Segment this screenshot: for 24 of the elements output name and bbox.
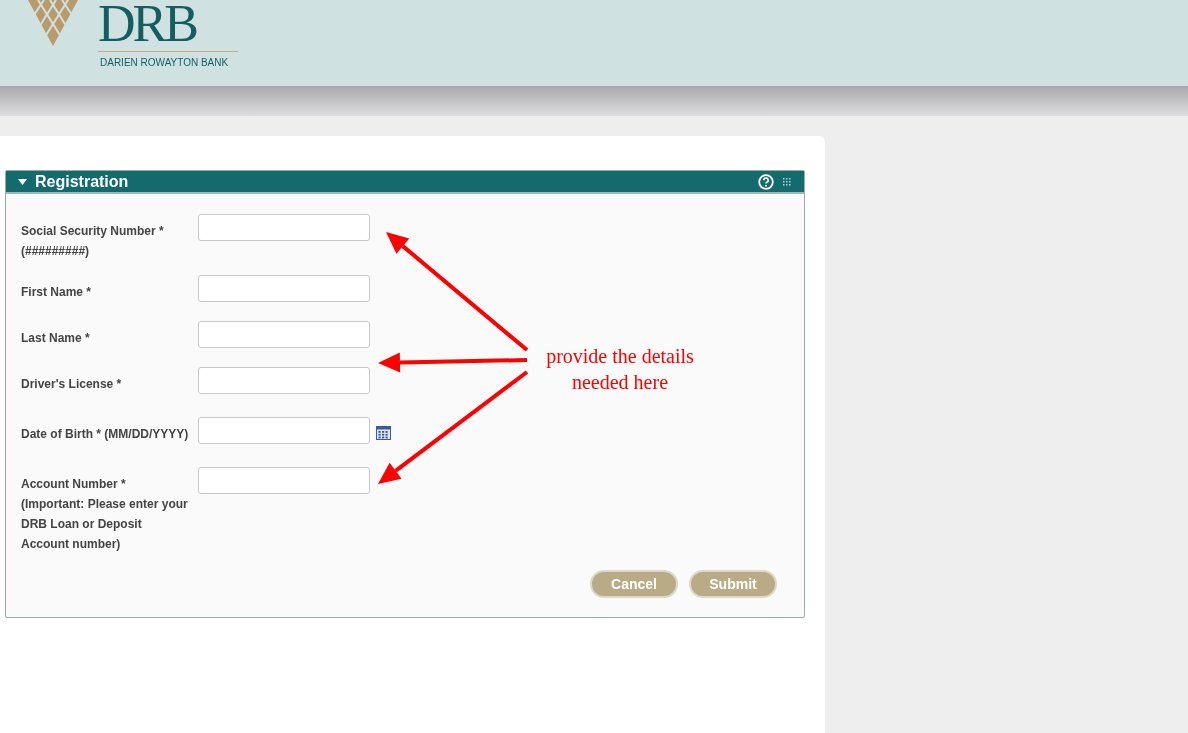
annotation-text: provide the details	[545, 344, 695, 369]
panel-title: Registration	[35, 172, 130, 191]
field-label: Date of Birth * (MM/DD/YYYY)	[21, 426, 189, 443]
annotation-text: needed here	[570, 370, 669, 395]
drag-handle-icon[interactable]	[782, 177, 792, 187]
field-label: Social Security Number *	[21, 223, 165, 240]
input-field[interactable]	[198, 417, 370, 444]
input-field[interactable]	[198, 321, 370, 348]
input-field[interactable]	[198, 367, 370, 394]
field-label: Driver's License *	[21, 376, 123, 393]
input-field[interactable]	[198, 275, 370, 302]
help-icon[interactable]	[758, 173, 774, 190]
bank-name: DARIEN ROWAYTON BANK	[100, 57, 230, 68]
calendar-icon[interactable]	[376, 426, 391, 440]
logo-text: DRB	[98, 0, 238, 52]
field-hint: (#########)	[21, 243, 91, 260]
form-button[interactable]: Cancel	[590, 570, 678, 598]
field-label: Account Number * (Important: Please enter your DRB Loan or Deposit Account number)	[21, 476, 189, 553]
input-field[interactable]	[198, 467, 370, 494]
collapse-caret-icon[interactable]	[18, 178, 27, 185]
input-field[interactable]	[198, 214, 370, 241]
field-label: First Name *	[21, 284, 93, 301]
field-label: Last Name *	[21, 330, 91, 347]
form-button[interactable]: Submit	[689, 570, 777, 598]
